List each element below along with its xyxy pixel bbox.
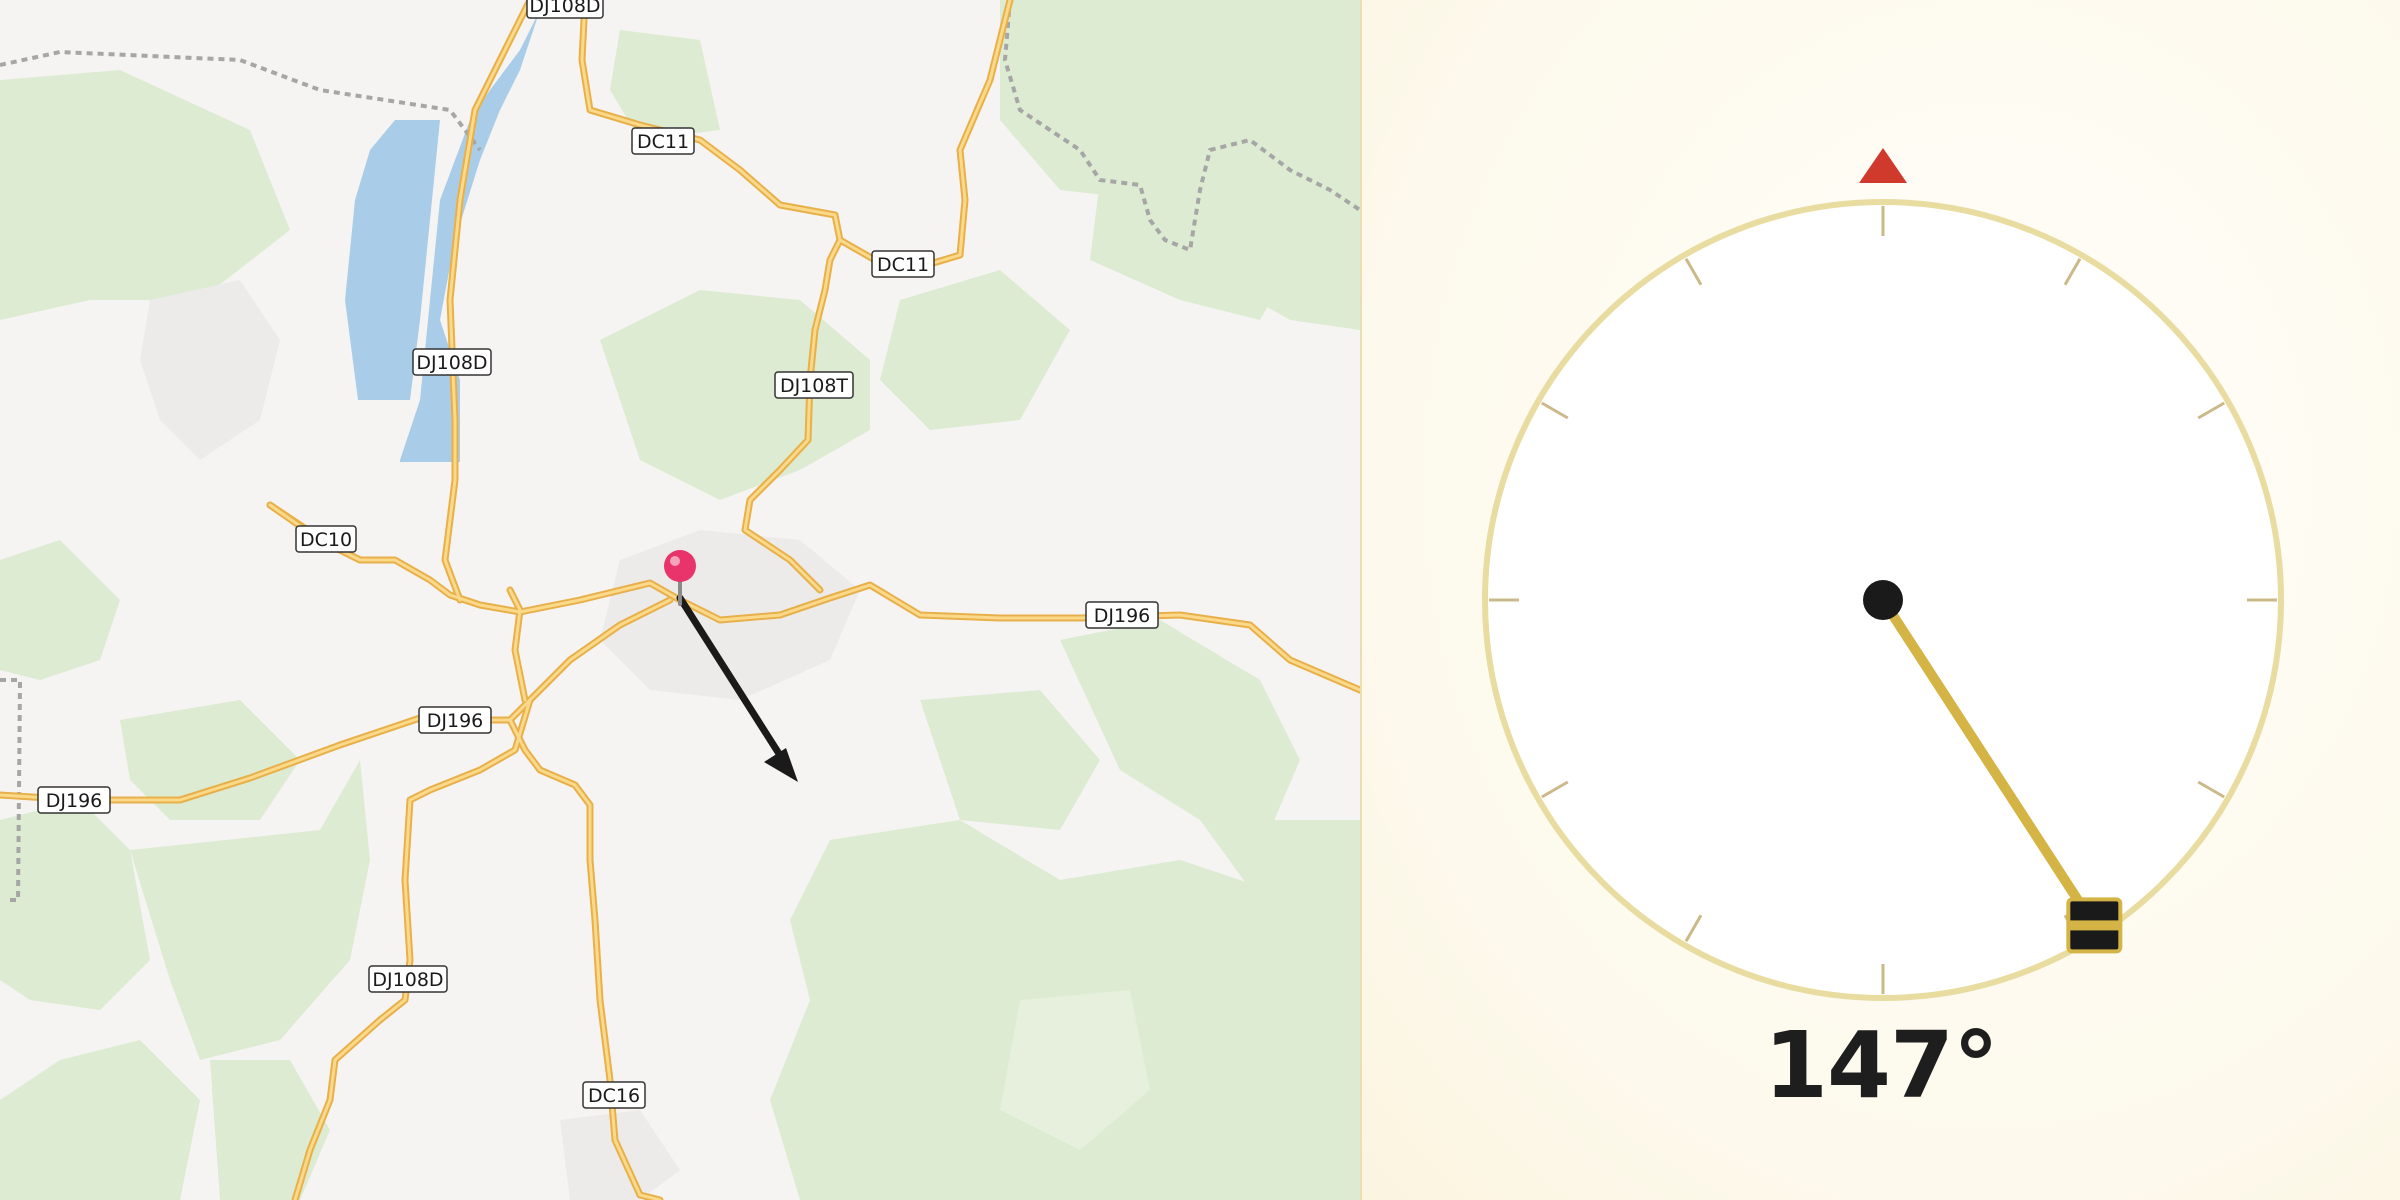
svg-text:DC11: DC11 (877, 254, 929, 276)
water-reservoir (345, 10, 540, 462)
road-label-dc16: DC16 (582, 1081, 646, 1109)
compass-hub (1863, 580, 1903, 620)
svg-text:DJ108D: DJ108D (529, 0, 600, 17)
svg-text:DJ108D: DJ108D (416, 352, 487, 374)
road-label-dc11-a: DC11 (631, 127, 695, 155)
road-label-dj196-west: DJ196 (37, 786, 111, 814)
north-triangle-icon (1859, 148, 1907, 183)
svg-text:DJ196: DJ196 (46, 790, 103, 812)
svg-text:DJ196: DJ196 (1094, 605, 1151, 627)
map-canvas[interactable]: DJ108D DC11 DC11 DJ108D DJ108T DC10 DJ19… (0, 0, 1360, 1200)
svg-text:DC10: DC10 (300, 529, 352, 551)
svg-text:DJ108D: DJ108D (372, 969, 443, 991)
road-label-dj196-center: DJ196 (418, 706, 492, 734)
heading-value: 147° (1763, 1012, 1999, 1119)
road-label-dc11-b: DC11 (871, 250, 935, 278)
svg-text:DC11: DC11 (637, 131, 689, 153)
road-label-dj196-east: DJ196 (1085, 601, 1159, 629)
road-label-dj108t: DJ108T (774, 371, 854, 399)
road-label-dj108d-lake: DJ108D (412, 348, 492, 376)
svg-text:DJ196: DJ196 (427, 710, 484, 732)
map-view[interactable]: DJ108D DC11 DC11 DJ108D DJ108T DC10 DJ19… (0, 0, 1360, 1200)
road-label-dj108d-top: DJ108D (526, 0, 604, 19)
needle-handle-icon[interactable] (2066, 897, 2123, 954)
svg-text:DC16: DC16 (588, 1085, 640, 1107)
road-label-dc10: DC10 (295, 525, 357, 553)
svg-text:DJ108T: DJ108T (780, 375, 848, 397)
compass-panel: 147° (1362, 0, 2400, 1200)
road-label-dj108d-south: DJ108D (368, 965, 448, 993)
